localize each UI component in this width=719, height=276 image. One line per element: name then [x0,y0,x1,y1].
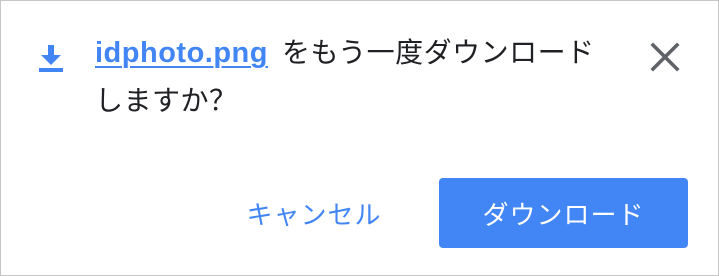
download-dialog: idphoto.png をもう一度ダウンロードしますか？ キャンセル ダウンロード [0,0,719,276]
filename-link[interactable]: idphoto.png [95,37,268,69]
cancel-button[interactable]: キャンセル [229,178,399,248]
download-icon [36,43,66,73]
close-button[interactable] [647,39,683,75]
dialog-message: idphoto.png をもう一度ダウンロードしますか？ [95,29,615,125]
close-icon [647,39,683,75]
download-button[interactable]: ダウンロード [439,178,688,248]
